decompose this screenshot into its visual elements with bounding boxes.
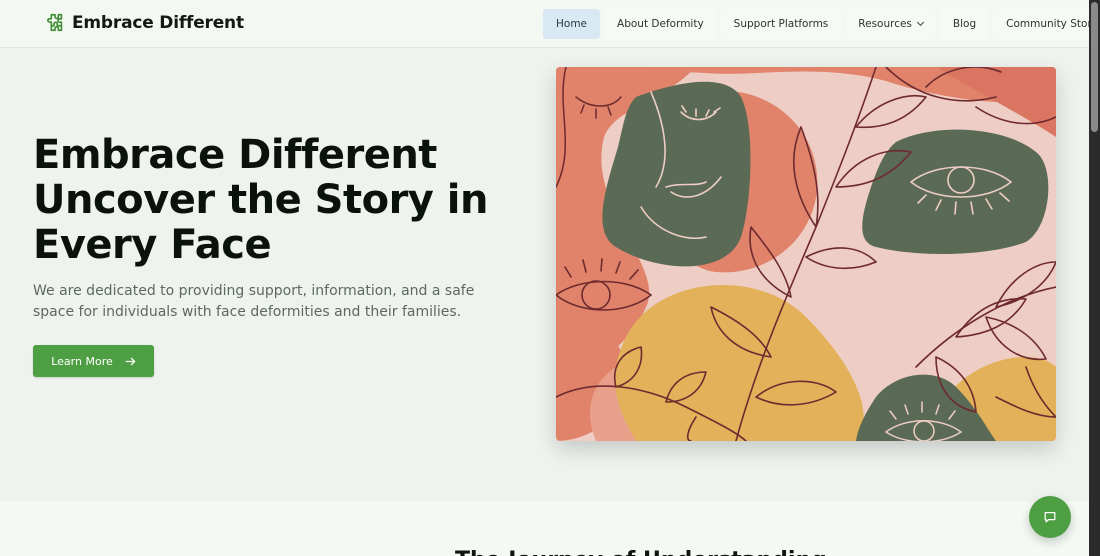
page-scrollbar[interactable] [1089, 0, 1100, 556]
hero-title: Embrace Different Uncover the Story in E… [33, 133, 533, 268]
nav-label: Home [556, 18, 588, 30]
puzzle-piece-icon [47, 13, 63, 32]
nav-about-deformity[interactable]: About Deformity [604, 9, 717, 39]
nav-blog[interactable]: Blog [939, 9, 990, 39]
chevron-down-icon [916, 18, 924, 27]
nav-label: Blog [952, 18, 977, 30]
chat-bubble-icon [1044, 512, 1056, 523]
brand-name: Embrace Different [72, 13, 244, 33]
nav-support-platforms[interactable]: Support Platforms [720, 9, 842, 39]
nav-label: Support Platforms [733, 18, 829, 30]
section-heading: The Journey of Understanding [455, 548, 827, 556]
learn-more-button[interactable]: Learn More [33, 345, 154, 377]
nav-home[interactable]: Home [543, 9, 601, 39]
abstract-faces-illustration [556, 67, 1056, 441]
nav-resources-dropdown[interactable]: Resources [845, 9, 936, 39]
arrow-right-icon [125, 357, 136, 365]
brand-logo-link[interactable]: Embrace Different [44, 12, 244, 34]
nav-label: Community Stories [1006, 18, 1100, 30]
learn-more-label: Learn More [51, 354, 113, 368]
hero-title-line: Embrace Different [33, 132, 437, 178]
scrollbar-thumb[interactable] [1091, 2, 1098, 132]
main-nav: Home About Deformity Support Platforms R… [543, 9, 1100, 39]
hero-illustration [556, 67, 1056, 441]
nav-label: About Deformity [617, 18, 704, 30]
top-navbar: Embrace Different Home About Deformity S… [0, 0, 1100, 48]
chat-button[interactable] [1029, 496, 1071, 538]
nav-label: Resources [858, 18, 912, 30]
next-section: The Journey of Understanding [0, 501, 1089, 556]
hero-title-line: Every Face [33, 222, 272, 268]
hero-subtitle: We are dedicated to providing support, i… [33, 283, 475, 320]
hero-title-line: Uncover the Story in [33, 177, 488, 223]
nav-community-stories[interactable]: Community Stories [993, 9, 1100, 39]
